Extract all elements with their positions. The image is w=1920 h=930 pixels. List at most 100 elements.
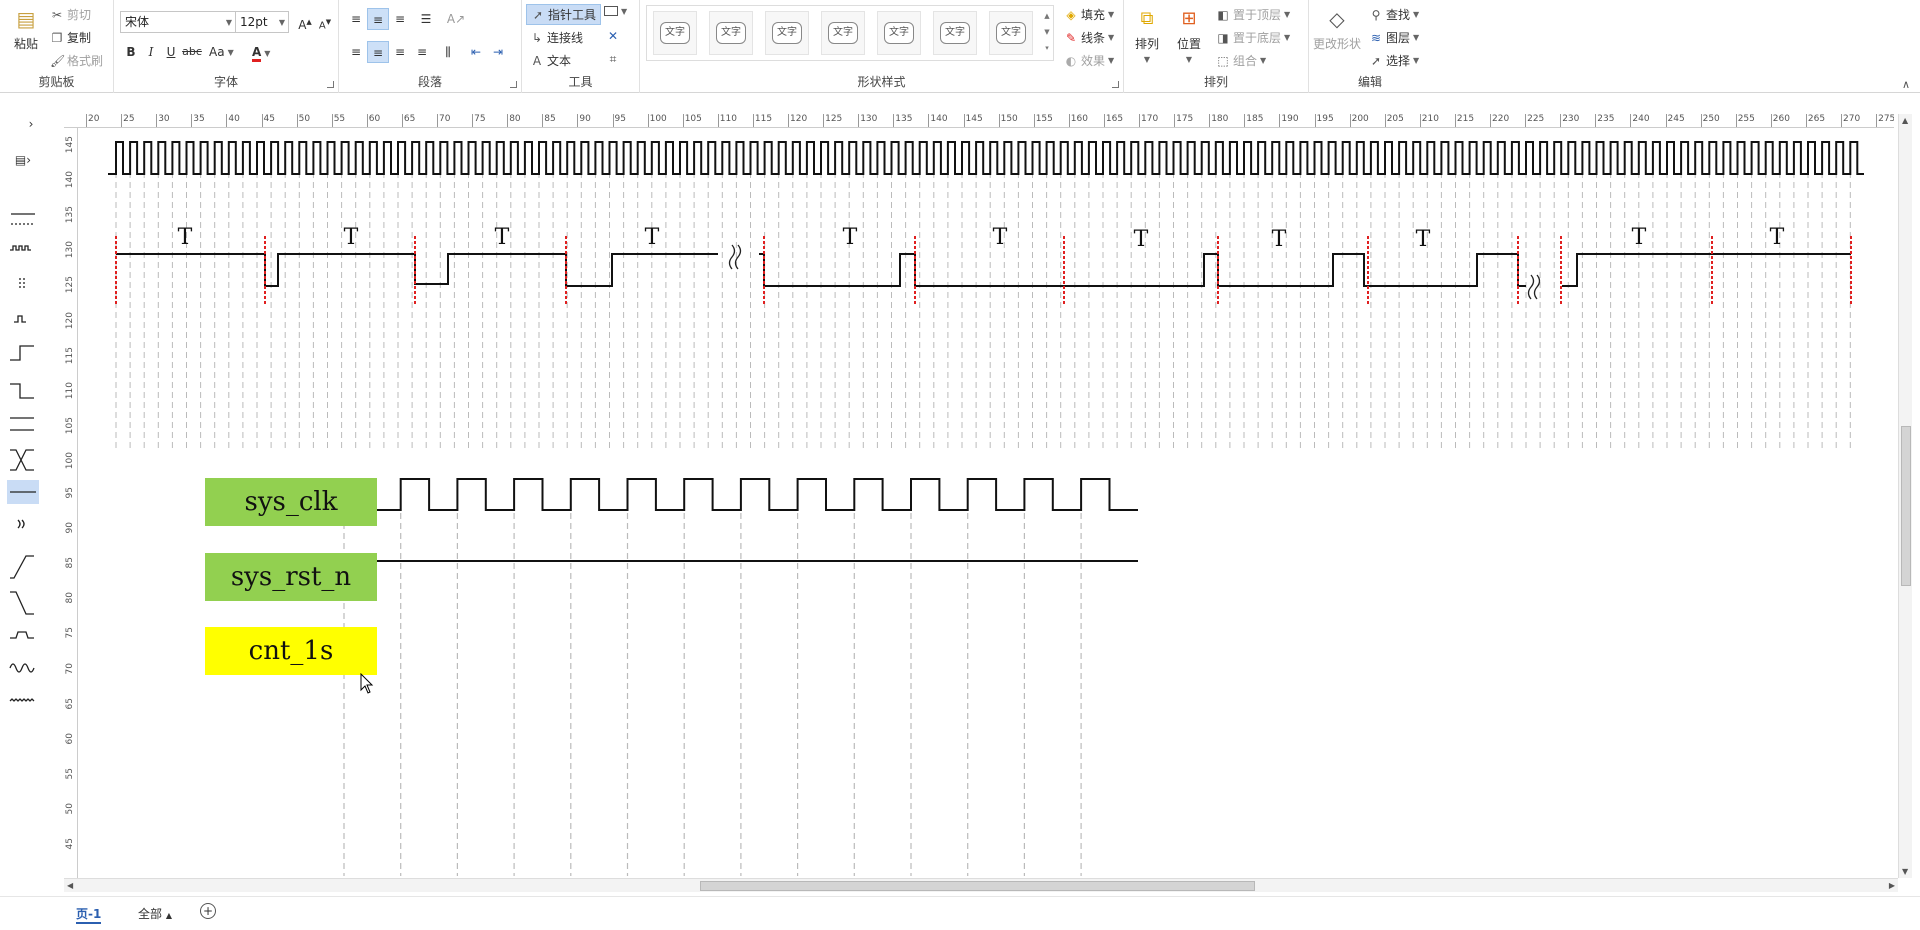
tools-group-label: 工具 (568, 75, 593, 89)
arrange-button[interactable]: ⧉ 排列 ▼ (1134, 6, 1160, 64)
paste-button[interactable]: ▤ 粘贴 (8, 6, 44, 52)
shapes-menu-icon[interactable]: ▤› (8, 148, 38, 172)
position-button[interactable]: ⊞ 位置 ▼ (1176, 6, 1202, 64)
collapse-ribbon-icon[interactable]: ∧ (1902, 78, 1910, 91)
style-swatch[interactable]: 文字 (653, 11, 697, 55)
ruler-tick: 115 (752, 114, 772, 127)
stencil-rising-edge-icon[interactable] (10, 345, 34, 361)
vertical-scrollbar[interactable]: ▲ ▼ (1898, 114, 1912, 878)
cut-button[interactable]: ✂ 剪切 (50, 6, 91, 23)
style-swatch[interactable]: 文字 (933, 11, 977, 55)
expand-panel-icon[interactable]: › (24, 112, 38, 136)
font-family-select[interactable]: 宋体 ▼ (120, 11, 236, 33)
crop-tool-button[interactable]: ⌗ (606, 52, 620, 66)
rectangle-tool-button[interactable]: ▼ (604, 6, 627, 16)
connector-tool-button[interactable]: ↳ 连接线 (530, 29, 583, 46)
drawing-canvas[interactable]: T T T T T T T T T T T sys_clk sys_rst_n cnt_1s (78, 128, 1896, 878)
font-color-button[interactable]: A ▼ (252, 45, 270, 62)
chevron-down-icon: ▼ (1413, 10, 1420, 19)
underline-button[interactable]: U (160, 41, 182, 63)
justify-button[interactable]: ≡ (411, 41, 433, 63)
effect-button[interactable]: ◐ 效果 ▼ (1064, 52, 1114, 69)
chevron-down-icon: ▼ (621, 6, 628, 16)
style-swatch[interactable]: 文字 (709, 11, 753, 55)
add-page-button[interactable]: + (200, 903, 216, 919)
stencil-step-icon[interactable] (10, 631, 34, 639)
ruler-tick: 185 (1244, 114, 1263, 127)
align-middle-button[interactable]: ≡ (367, 8, 389, 30)
stencil-break-icon[interactable] (17, 519, 25, 529)
vertical-text-button[interactable]: ⫼ (437, 41, 459, 63)
align-left-button[interactable]: ≡ (345, 41, 367, 63)
style-swatch[interactable]: 文字 (821, 11, 865, 55)
align-bottom-button[interactable]: ≡ (389, 8, 411, 30)
stencil-dashed-icon[interactable] (19, 278, 25, 290)
stencil-wave-icon[interactable] (9, 663, 35, 673)
align-top-button[interactable]: ≡ (345, 8, 367, 30)
find-button[interactable]: ⚲ 查找 ▼ (1369, 6, 1420, 23)
ruler-tick: 260 (1770, 114, 1790, 127)
format-painter-button[interactable]: 🖌 格式刷 (50, 52, 103, 69)
select-button[interactable]: ➚ 选择 ▼ (1369, 52, 1419, 69)
stencil-clock-icon[interactable] (10, 245, 31, 251)
strikethrough-button[interactable]: abc (181, 41, 203, 63)
scroll-down-icon[interactable]: ▼ (1902, 867, 1908, 876)
close-tool-button[interactable]: ✕ (606, 29, 620, 43)
send-to-back-button[interactable]: ◨ 置于底层 ▼ (1216, 29, 1290, 46)
stencil-bus-line-icon[interactable] (10, 417, 34, 431)
horizontal-scrollbar[interactable]: ◀ ▶ (64, 878, 1898, 892)
change-case-button[interactable]: Aa ▼ (209, 45, 234, 59)
text-tool-button[interactable]: A 文本 (530, 52, 571, 69)
line-button[interactable]: ✎ 线条 ▼ (1064, 29, 1114, 46)
bullets-button[interactable]: ☰ (415, 8, 437, 30)
stencil-falling-edge-icon[interactable] (10, 383, 34, 399)
dialog-launcher-icon[interactable] (510, 81, 517, 88)
scroll-left-icon[interactable]: ◀ (67, 881, 73, 890)
ruler-tick: 145 (963, 114, 983, 127)
scroll-right-icon[interactable]: ▶ (1889, 881, 1895, 890)
signal-label-cnt-1s[interactable]: cnt_1s (205, 627, 377, 675)
bring-to-front-button[interactable]: ◧ 置于顶层 ▼ (1216, 6, 1290, 23)
signal-label-sys-rst-n[interactable]: sys_rst_n (205, 553, 377, 601)
font-size-select[interactable]: 12pt ▼ (235, 11, 289, 33)
stencil-bus-icon[interactable] (11, 213, 35, 225)
arrange-group: ⧉ 排列 ▼ ⊞ 位置 ▼ ◧ 置于顶层 ▼ ◨ 置于底层 ▼ ⬚ 组合 ▼ 排列 (1124, 0, 1309, 93)
stencil-shapes (7, 213, 39, 702)
copy-button[interactable]: ❐ 复制 (50, 29, 91, 46)
change-shape-button[interactable]: ◇ 更改形状 (1313, 6, 1361, 52)
grow-font-button[interactable]: A▲ (294, 11, 316, 33)
tab-page-1[interactable]: 页-1 (76, 905, 102, 924)
stencil-pulse-icon[interactable] (14, 315, 26, 323)
italic-button[interactable]: I (140, 41, 162, 63)
ruler-tick: 80 (65, 592, 75, 604)
gallery-scroll-icon[interactable]: ▲ ▼ ▾ (1042, 8, 1052, 58)
align-right-button[interactable]: ≡ (389, 41, 411, 63)
scroll-up-icon[interactable]: ▲ (1902, 116, 1908, 125)
vertical-scroll-thumb[interactable] (1901, 426, 1911, 586)
style-swatch[interactable]: 文字 (989, 11, 1033, 55)
dialog-launcher-icon[interactable] (1112, 81, 1119, 88)
stencil-cross-icon[interactable] (10, 449, 34, 471)
style-swatch[interactable]: 文字 (765, 11, 809, 55)
increase-indent-button[interactable]: ⇥ (487, 41, 509, 63)
stencil-zigzag-icon[interactable] (9, 698, 35, 702)
group-button[interactable]: ⬚ 组合 ▼ (1216, 52, 1266, 69)
fill-button[interactable]: ◈ 填充 ▼ (1064, 6, 1114, 23)
shrink-font-button[interactable]: A▼ (314, 11, 336, 33)
dialog-launcher-icon[interactable] (327, 81, 334, 88)
layers-button[interactable]: ≋ 图层 ▼ (1369, 29, 1419, 46)
stencil-ramp-up-icon[interactable] (10, 555, 34, 579)
signal-label-sys-clk[interactable]: sys_clk (205, 478, 377, 526)
align-center-button[interactable]: ≡ (367, 41, 389, 63)
horizontal-scroll-thumb[interactable] (700, 881, 1255, 891)
decrease-indent-button[interactable]: ⇤ (465, 41, 487, 63)
bold-button[interactable]: B (120, 41, 142, 63)
stencil-ramp-down-icon[interactable] (10, 591, 34, 615)
shape-style-gallery[interactable]: 文字 文字 文字 文字 文字 文字 文字 ▲ ▼ ▾ (646, 5, 1054, 61)
pointer-tool-button[interactable]: ➚ 指针工具 (526, 4, 602, 25)
style-swatch[interactable]: 文字 (877, 11, 921, 55)
ruler-tick: 50 (296, 114, 310, 127)
text-direction-button[interactable]: A↗ (445, 8, 467, 30)
all-pages-button[interactable]: 全部 ▲ (138, 905, 172, 922)
chevron-down-icon: ▼ (1108, 56, 1115, 65)
